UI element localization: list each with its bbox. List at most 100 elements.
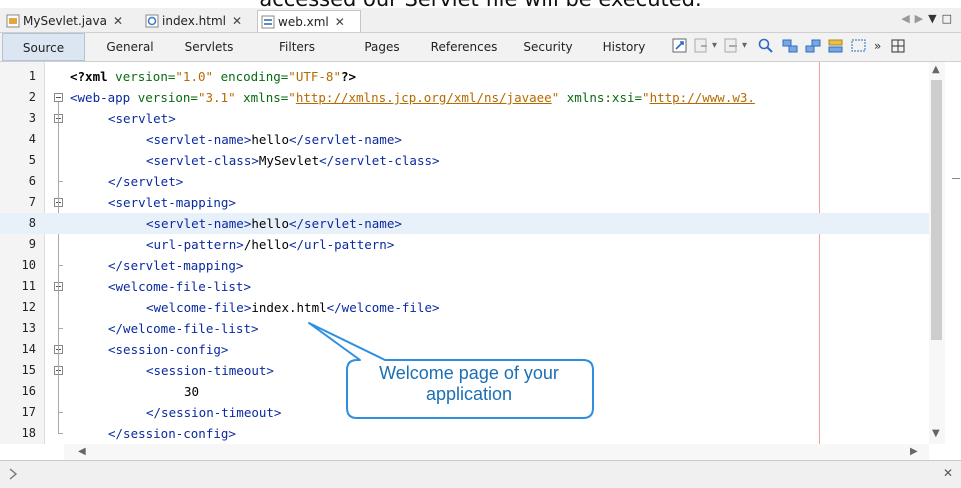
chevron-down-icon[interactable]: ▾ xyxy=(742,40,747,51)
line-number: 10 xyxy=(21,258,36,272)
expand-panel-icon[interactable] xyxy=(6,467,20,481)
status-bar: ✕ xyxy=(0,460,961,488)
line-number: 5 xyxy=(28,153,36,167)
code-text: </servlet> xyxy=(108,174,184,189)
code-text: <welcome-file-list> xyxy=(108,279,251,294)
line-number: 4 xyxy=(28,132,36,146)
tab-general[interactable]: General xyxy=(99,33,161,61)
scroll-left-icon[interactable]: ◀ xyxy=(78,446,86,457)
line-number: 11 xyxy=(21,279,36,293)
line-number: 6 xyxy=(28,174,36,188)
code-line[interactable]: 11 <welcome-file-list> xyxy=(0,276,929,297)
vertical-scrollbar[interactable]: ▲ ▼ xyxy=(929,62,945,444)
error-stripe xyxy=(950,62,961,444)
tab-label: web.xml xyxy=(278,14,329,29)
editor-tab-bar: MySevlet.java ✕ index.html ✕ web.xml ✕ ◀… xyxy=(0,8,961,33)
code-text: <servlet-name>hello</servlet-name> xyxy=(146,132,402,147)
vertical-scroll-thumb[interactable] xyxy=(931,80,942,340)
toggle-rect-selection-icon[interactable] xyxy=(850,37,868,55)
tab-label: MySevlet.java xyxy=(23,14,107,28)
scroll-right-icon[interactable]: ▶ xyxy=(910,446,918,457)
code-line[interactable]: 14 <session-config> xyxy=(0,339,929,360)
tab-source[interactable]: Source xyxy=(2,33,85,61)
code-line[interactable]: 18 </session-config> xyxy=(0,423,929,444)
line-number: 17 xyxy=(21,405,36,419)
code-text: <servlet-name>hello</servlet-name> xyxy=(146,216,402,231)
find-previous-icon[interactable] xyxy=(781,37,799,55)
line-number: 16 xyxy=(21,384,36,398)
code-text: </welcome-file-list> xyxy=(108,321,259,336)
line-number: 7 xyxy=(28,195,36,209)
line-number: 15 xyxy=(21,363,36,377)
horizontal-scrollbar[interactable]: ◀ ▶ xyxy=(64,444,929,460)
code-text: <session-config> xyxy=(108,342,229,357)
code-line[interactable]: 13 </welcome-file-list> xyxy=(0,318,929,339)
tab-navigation[interactable]: ◀▶▼□ xyxy=(901,12,957,25)
close-icon[interactable]: ✕ xyxy=(113,14,123,28)
close-icon[interactable]: ✕ xyxy=(943,466,953,480)
code-text: </session-config> xyxy=(108,426,236,441)
line-number: 14 xyxy=(21,342,36,356)
tab-index-html[interactable]: index.html ✕ xyxy=(142,10,252,32)
tab-web-xml[interactable]: web.xml ✕ xyxy=(257,10,361,32)
callout-line-2: application xyxy=(425,384,513,404)
tab-mysevlet-java[interactable]: MySevlet.java ✕ xyxy=(3,10,136,32)
code-line[interactable]: 2 <web-app version="3.1" xmlns="http://xm… xyxy=(0,87,929,108)
chevron-down-icon[interactable]: ▾ xyxy=(712,40,717,51)
code-text: <servlet-class>MySevlet</servlet-class> xyxy=(146,153,440,168)
find-selection-icon[interactable] xyxy=(757,37,775,55)
code-text: <session-timeout> xyxy=(146,363,274,378)
maximize-icon[interactable]: □ xyxy=(942,12,957,25)
tab-servlets[interactable]: Servlets xyxy=(178,33,240,61)
code-line[interactable]: 5 <servlet-class>MySevlet</servlet-class> xyxy=(0,150,929,171)
tab-history[interactable]: History xyxy=(594,33,654,61)
callout-line-1: Welcome page of your xyxy=(379,363,559,383)
line-number: 3 xyxy=(28,111,36,125)
line-number: 9 xyxy=(28,237,36,251)
scroll-left-icon[interactable]: ◀ xyxy=(901,12,914,25)
code-line[interactable]: 6 </servlet> xyxy=(0,171,929,192)
back-icon[interactable] xyxy=(693,37,711,55)
tab-pages[interactable]: Pages xyxy=(352,33,412,61)
code-line[interactable]: 17 </session-timeout> xyxy=(0,402,929,423)
last-edit-icon[interactable] xyxy=(671,37,689,55)
close-icon[interactable]: ✕ xyxy=(335,15,345,29)
code-line[interactable]: 4 <servlet-name>hello</servlet-name> xyxy=(0,129,929,150)
code-text: <servlet> xyxy=(108,111,176,126)
line-number: 8 xyxy=(28,216,36,230)
line-number: 2 xyxy=(28,90,36,104)
forward-icon[interactable] xyxy=(723,37,741,55)
scroll-down-icon[interactable]: ▼ xyxy=(932,428,940,439)
toggle-highlight-icon[interactable] xyxy=(827,37,845,55)
code-text: <welcome-file>index.html</welcome-file> xyxy=(146,300,440,315)
tab-security[interactable]: Security xyxy=(517,33,579,61)
more-icon[interactable]: » xyxy=(874,39,881,53)
line-number: 18 xyxy=(21,426,36,440)
code-line[interactable]: 12 <welcome-file>index.html</welcome-file… xyxy=(0,297,929,318)
scroll-up-icon[interactable]: ▲ xyxy=(932,64,940,75)
code-text: <web-app version="3.1" xmlns="http://xml… xyxy=(70,90,755,105)
find-next-icon[interactable] xyxy=(804,37,822,55)
scroll-right-icon[interactable]: ▶ xyxy=(915,12,928,25)
code-line[interactable]: 8 <servlet-name>hello</servlet-name> xyxy=(0,213,929,234)
dropdown-icon[interactable]: ▼ xyxy=(928,12,941,25)
code-line[interactable]: 7 <servlet-mapping> xyxy=(0,192,929,213)
view-toolbar: Source General Servlets Filters Pages Re… xyxy=(0,33,961,62)
code-line[interactable]: 9 <url-pattern>/hello</url-pattern> xyxy=(0,234,929,255)
tab-filters[interactable]: Filters xyxy=(266,33,328,61)
code-line[interactable]: 10 </servlet-mapping> xyxy=(0,255,929,276)
code-line[interactable]: 1 <?xml version="1.0" encoding="UTF-8"?> xyxy=(0,66,929,87)
tab-label: index.html xyxy=(162,14,226,28)
code-text: <url-pattern>/hello</url-pattern> xyxy=(146,237,395,252)
xml-file-icon xyxy=(261,15,275,29)
code-text: </servlet-mapping> xyxy=(108,258,244,273)
code-text: 30 xyxy=(184,384,200,399)
callout-text: Welcome page of your application xyxy=(345,363,593,405)
code-text: <servlet-mapping> xyxy=(108,195,236,210)
close-icon[interactable]: ✕ xyxy=(232,14,242,28)
grid-icon[interactable] xyxy=(889,37,907,55)
tab-references[interactable]: References xyxy=(423,33,505,61)
line-number: 13 xyxy=(21,321,36,335)
code-line[interactable]: 3 <servlet> xyxy=(0,108,929,129)
java-file-icon xyxy=(6,14,20,28)
